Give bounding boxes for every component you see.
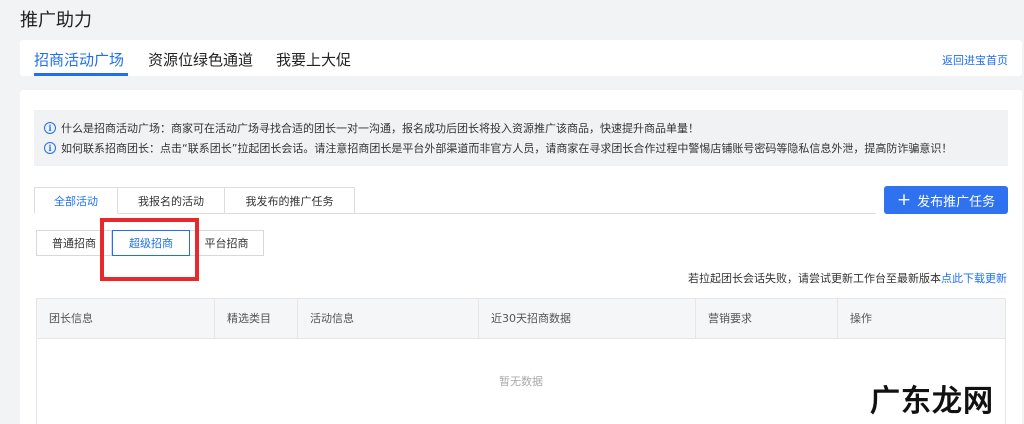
table-body: 暂无数据 xyxy=(37,339,1005,424)
notice-text: 什么是招商活动广场：商家可在活动广场寻找合适的团长一对一沟通，报名成功后团长将投… xyxy=(61,122,699,135)
col-30day-data: 近30天招商数据 xyxy=(479,299,696,339)
publish-task-button[interactable]: + 发布推广任务 xyxy=(884,186,1008,214)
table-header: 团长信息 精选类目 活动信息 近30天招商数据 营销要求 操作 xyxy=(37,299,1005,339)
info-icon: i xyxy=(44,142,56,154)
leader-table: 团长信息 精选类目 活动信息 近30天招商数据 营销要求 操作 暂无数据 xyxy=(36,298,1006,424)
watermark-logo: 广东龙网 xyxy=(870,384,994,419)
top-navigation: 招商活动广场 资源位绿色通道 我要上大促 返回进宝首页 xyxy=(20,40,1022,76)
publish-task-label: 发布推广任务 xyxy=(917,194,996,210)
col-marketing-requirements: 营销要求 xyxy=(696,299,838,339)
update-hint-text: 若拉起团长会话失败，请尝试更新工作台至最新版本 xyxy=(688,272,941,285)
notice-text: 如何联系招商团长：点击“联系团长”拉起团长会话。请注意招商团长是平台外部渠道而非… xyxy=(61,142,953,155)
highlight-annotation-box xyxy=(100,218,199,281)
empty-state: 暂无数据 xyxy=(499,375,543,388)
activity-subtabs: 全部活动 我报名的活动 我发布的推广任务 xyxy=(34,187,355,214)
page-title: 推广助力 xyxy=(20,10,92,31)
download-update-link[interactable]: 点此下载更新 xyxy=(941,272,1007,285)
notice-row: i 什么是招商活动广场：商家可在活动广场寻找合适的团长一对一沟通，报名成功后团长… xyxy=(44,118,998,138)
main-panel: i 什么是招商活动广场：商家可在活动广场寻找合适的团长一对一沟通，报名成功后团长… xyxy=(20,90,1022,424)
filter-platform-recruit[interactable]: 平台招商 xyxy=(190,230,264,256)
col-category: 精选类目 xyxy=(215,299,298,339)
back-to-home-link[interactable]: 返回进宝首页 xyxy=(942,52,1008,68)
tab-recruit-square[interactable]: 招商活动广场 xyxy=(34,49,124,70)
plus-icon: + xyxy=(896,189,912,210)
subtab-my-signups[interactable]: 我报名的活动 xyxy=(118,187,225,214)
tab-resource-green-channel[interactable]: 资源位绿色通道 xyxy=(148,49,253,70)
notice-box: i 什么是招商活动广场：商家可在活动广场寻找合适的团长一对一沟通，报名成功后团长… xyxy=(34,110,1008,166)
subtab-all-activities[interactable]: 全部活动 xyxy=(34,187,118,214)
subtab-baseline xyxy=(355,213,876,214)
col-actions: 操作 xyxy=(850,312,872,325)
active-tab-underline xyxy=(34,73,128,76)
col-leader-info: 团长信息 xyxy=(37,299,215,339)
col-activity-info: 活动信息 xyxy=(298,299,479,339)
subtab-my-published-tasks[interactable]: 我发布的推广任务 xyxy=(225,187,355,214)
notice-row: i 如何联系招商团长：点击“联系团长”拉起团长会话。请注意招商团长是平台外部渠道… xyxy=(44,138,998,158)
update-hint: 若拉起团长会话失败，请尝试更新工作台至最新版本点此下载更新 xyxy=(688,270,1007,286)
info-icon: i xyxy=(44,122,56,134)
tab-big-promotion[interactable]: 我要上大促 xyxy=(276,49,351,70)
